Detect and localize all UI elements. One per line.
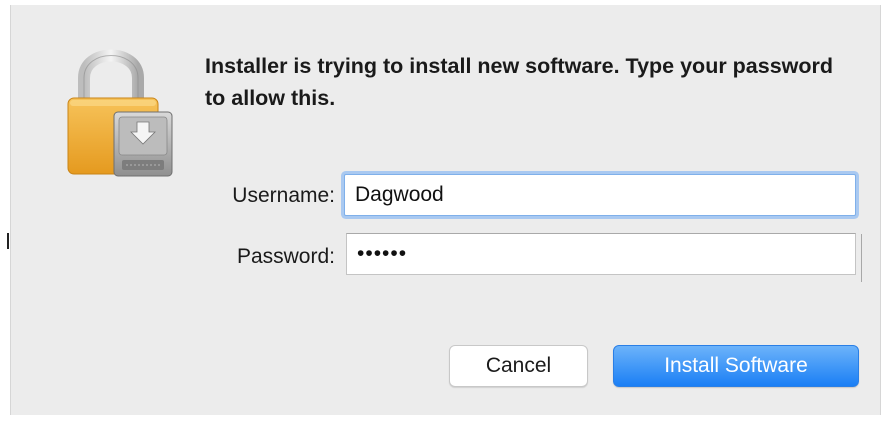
lock-installer-icon: [60, 40, 180, 180]
password-field-edge: [861, 234, 862, 282]
password-label: Password:: [236, 245, 335, 268]
password-field[interactable]: [346, 233, 856, 275]
username-field[interactable]: [344, 174, 856, 216]
window-edge-mark: [7, 233, 9, 249]
dialog-message: Installer is trying to install new softw…: [205, 54, 834, 110]
cancel-button[interactable]: Cancel: [449, 345, 588, 387]
install-software-button[interactable]: Install Software: [613, 345, 859, 387]
username-label: Username:: [232, 184, 335, 207]
